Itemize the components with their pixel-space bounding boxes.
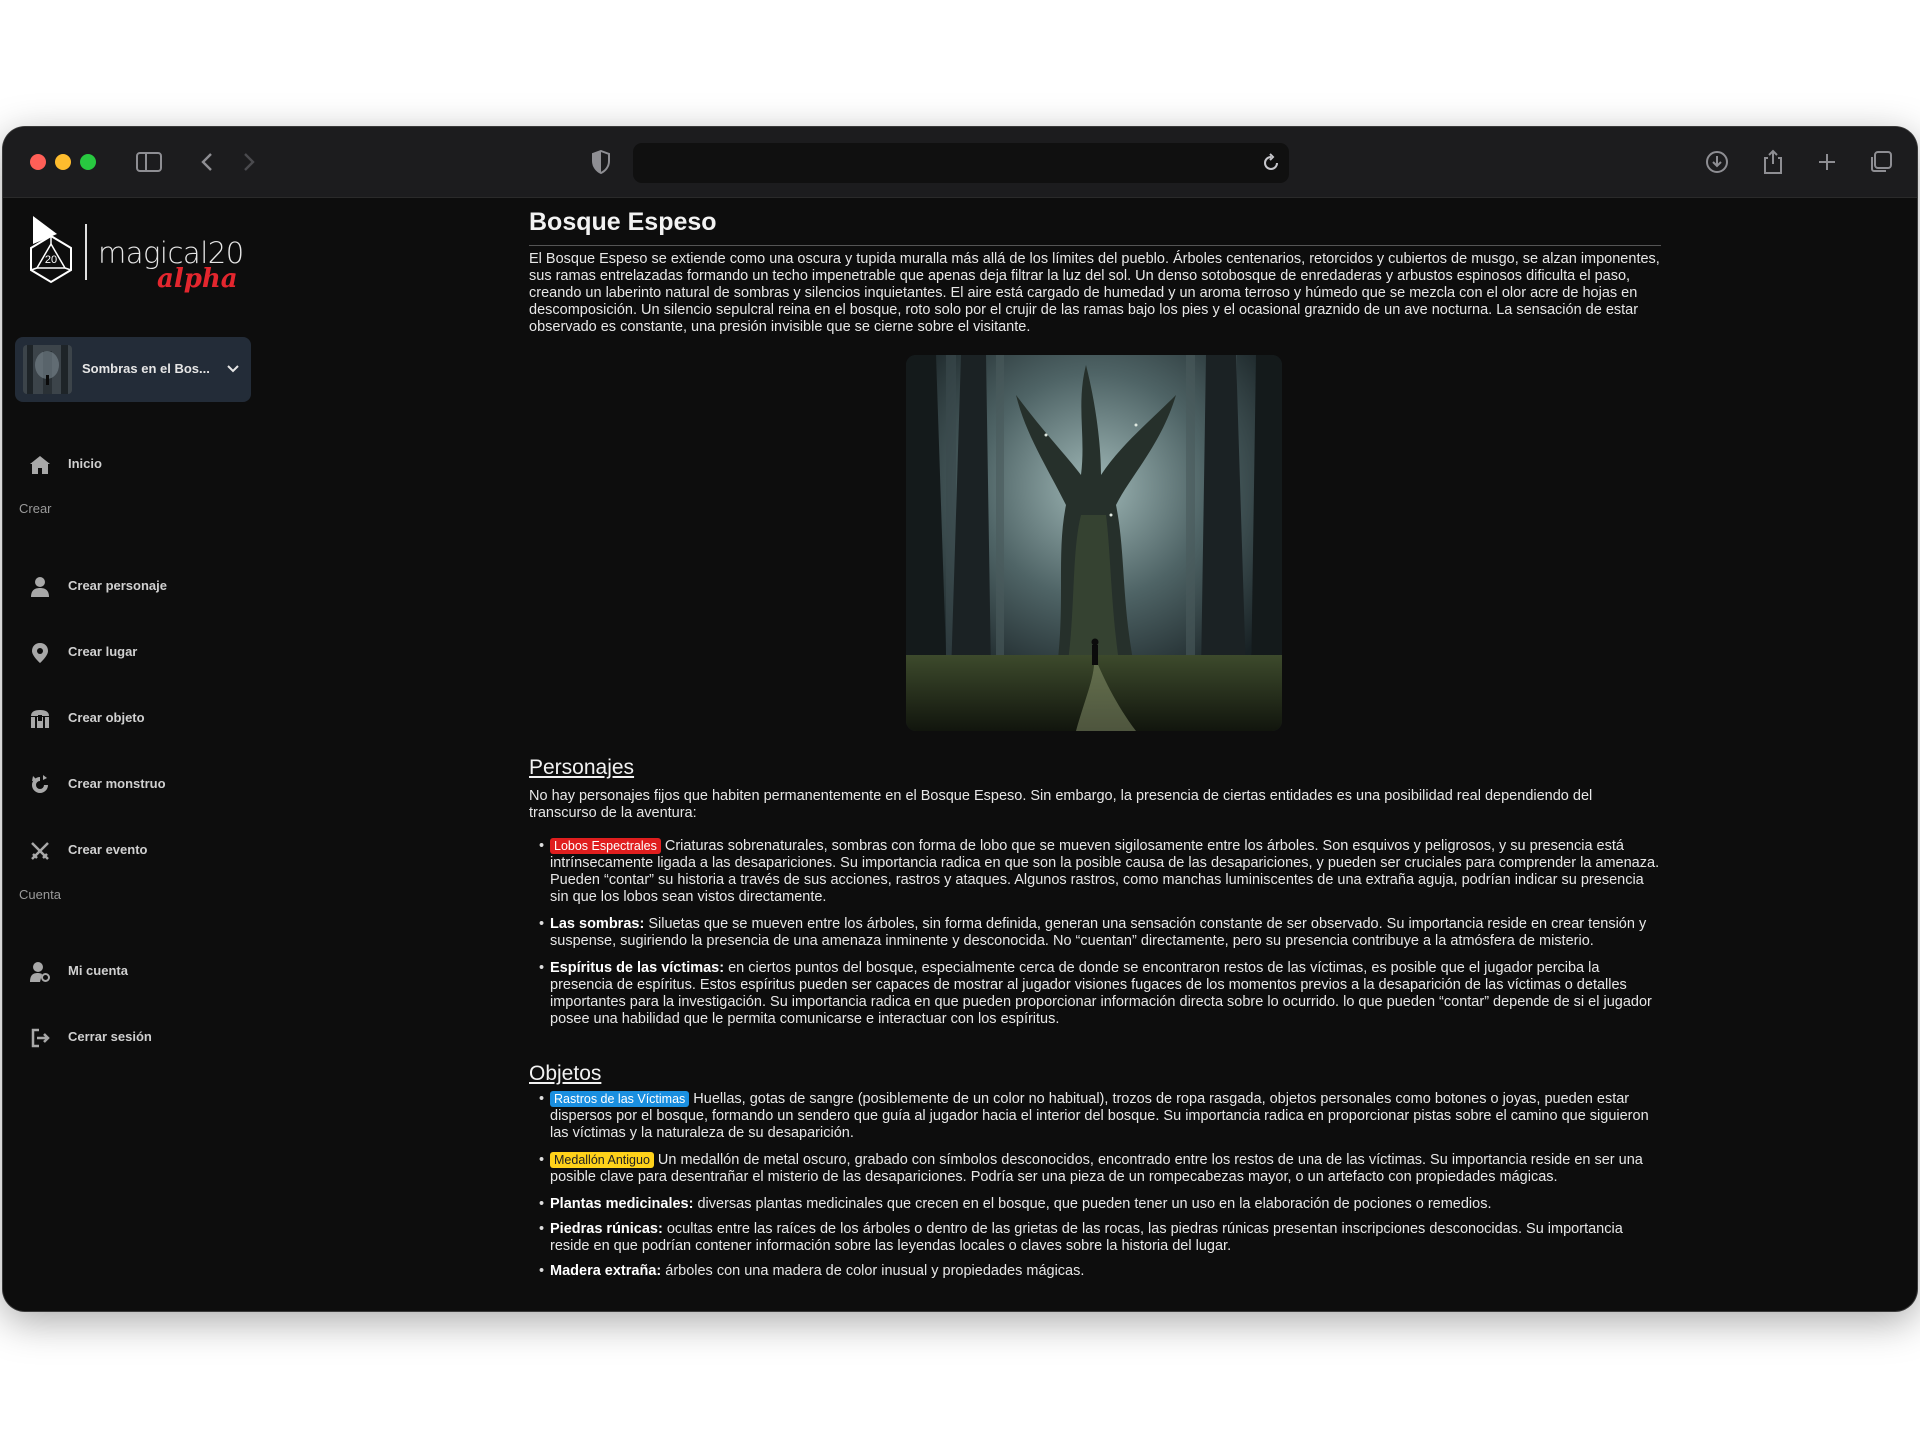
list-item-title: Plantas medicinales: (550, 1196, 694, 1212)
sidebar-item-label: Crear monstruo (68, 776, 166, 791)
adventure-title: Sombras en el Bos... (82, 361, 210, 376)
section-heading-personajes: Personajes (529, 756, 635, 779)
sidebar-item-crear-monstruo[interactable]: Crear monstruo (3, 764, 273, 804)
sidebar-toggle-icon[interactable] (133, 146, 165, 178)
main-content: Bosque Espeso El Bosque Espeso se extien… (529, 198, 1661, 1311)
address-bar[interactable] (633, 143, 1289, 183)
chest-icon (31, 710, 49, 728)
app-sidebar: 20 magical20 alpha Sombras en el Bos... (3, 198, 273, 1311)
person-icon (31, 577, 49, 597)
character-tag-badge[interactable]: Lobos Espectrales (550, 838, 661, 854)
minimize-window-button[interactable] (55, 154, 71, 170)
list-item: Espíritus de las víctimas: en ciertos pu… (529, 960, 1661, 1028)
list-item-text: Siluetas que se mueven entre los árboles… (550, 916, 1647, 949)
logout-icon (31, 1028, 50, 1048)
sidebar-item-cerrar-sesion[interactable]: Cerrar sesión (3, 1017, 273, 1057)
object-tag-badge[interactable]: Rastros de las Víctimas (550, 1091, 690, 1107)
sidebar-item-label: Mi cuenta (68, 963, 128, 978)
list-item-text: Criaturas sobrenaturales, sombras con fo… (550, 838, 1660, 905)
list-item: Medallón AntiguoUn medallón de metal osc… (529, 1152, 1661, 1186)
zoom-window-button[interactable] (80, 154, 96, 170)
object-tag-badge[interactable]: Medallón Antiguo (550, 1152, 654, 1168)
logo-alpha-text: alpha (157, 264, 238, 294)
reload-icon[interactable] (1261, 153, 1281, 178)
close-window-button[interactable] (30, 154, 46, 170)
place-illustration (906, 355, 1282, 731)
sidebar-item-label: Cerrar sesión (68, 1029, 152, 1044)
objects-list: Rastros de las VíctimasHuellas, gotas de… (529, 1091, 1661, 1280)
tab-overview-icon[interactable] (1865, 146, 1897, 178)
adventure-thumbnail (23, 345, 72, 394)
characters-list: Lobos EspectralesCriaturas sobrenaturale… (529, 838, 1661, 1028)
browser-toolbar (3, 127, 1917, 198)
user-settings-icon (30, 962, 50, 982)
sidebar-item-crear-evento[interactable]: Crear evento (3, 830, 273, 870)
list-item: Lobos EspectralesCriaturas sobrenaturale… (529, 838, 1661, 906)
list-item-text: árboles con una madera de color inusual … (665, 1263, 1085, 1279)
sidebar-item-inicio[interactable]: Inicio (3, 444, 273, 484)
map-pin-icon (32, 643, 48, 663)
list-item-title: Espíritus de las víctimas: (550, 960, 725, 976)
page-title: Bosque Espeso (529, 208, 717, 236)
section-heading-objetos: Objetos (529, 1062, 602, 1085)
sidebar-item-crear-lugar[interactable]: Crear lugar (3, 632, 273, 672)
adventure-selector[interactable]: Sombras en el Bos... (15, 337, 251, 402)
list-item-title: Piedras rúnicas: (550, 1221, 663, 1237)
title-divider (529, 245, 1661, 246)
list-item-title: Las sombras: (550, 916, 645, 932)
place-description: El Bosque Espeso se extiende como una os… (529, 251, 1660, 335)
sidebar-item-mi-cuenta[interactable]: Mi cuenta (3, 951, 273, 991)
monster-icon (32, 775, 48, 793)
list-item: Las sombras: Siluetas que se mueven entr… (529, 916, 1661, 950)
d20-logo-icon: 20 (30, 216, 72, 284)
list-item-title: Madera extraña: (550, 1263, 662, 1279)
sidebar-item-crear-personaje[interactable]: Crear personaje (3, 566, 273, 606)
characters-intro: No hay personajes fijos que habiten perm… (529, 788, 1593, 821)
list-item-text: ocultas entre las raíces de los árboles … (550, 1221, 1623, 1254)
forward-icon[interactable] (233, 146, 265, 178)
sidebar-item-label: Crear objeto (68, 710, 145, 725)
browser-window: 20 magical20 alpha Sombras en el Bos... (3, 127, 1917, 1311)
new-tab-icon[interactable] (1811, 146, 1843, 178)
chevron-down-icon (227, 365, 239, 373)
sidebar-item-label: Crear lugar (68, 644, 138, 659)
section-label-cuenta: Cuenta (19, 887, 61, 902)
share-icon[interactable] (1757, 146, 1789, 178)
section-label-crear: Crear (19, 501, 52, 516)
privacy-shield-icon[interactable] (585, 146, 617, 178)
list-item: Madera extraña: árboles con una madera d… (529, 1263, 1661, 1280)
svg-text:20: 20 (45, 254, 57, 266)
back-icon[interactable] (191, 146, 223, 178)
magical20-logo[interactable]: 20 magical20 alpha (21, 214, 251, 304)
sidebar-item-label: Inicio (68, 456, 102, 471)
list-item: Rastros de las VíctimasHuellas, gotas de… (529, 1091, 1661, 1142)
list-item-text: Huellas, gotas de sangre (posiblemente d… (550, 1091, 1649, 1141)
list-item-text: diversas plantas medicinales que crecen … (697, 1196, 1492, 1212)
sidebar-item-crear-objeto[interactable]: Crear objeto (3, 698, 273, 738)
list-item: Plantas medicinales: diversas plantas me… (529, 1196, 1661, 1213)
crossed-swords-icon (31, 842, 49, 860)
logo-divider (85, 224, 87, 280)
downloads-icon[interactable] (1701, 146, 1733, 178)
list-item-text: Un medallón de metal oscuro, grabado con… (550, 1152, 1643, 1185)
sidebar-item-label: Crear evento (68, 842, 148, 857)
list-item: Piedras rúnicas: ocultas entre las raíce… (529, 1221, 1661, 1255)
sidebar-item-label: Crear personaje (68, 578, 167, 593)
home-icon (30, 456, 50, 474)
